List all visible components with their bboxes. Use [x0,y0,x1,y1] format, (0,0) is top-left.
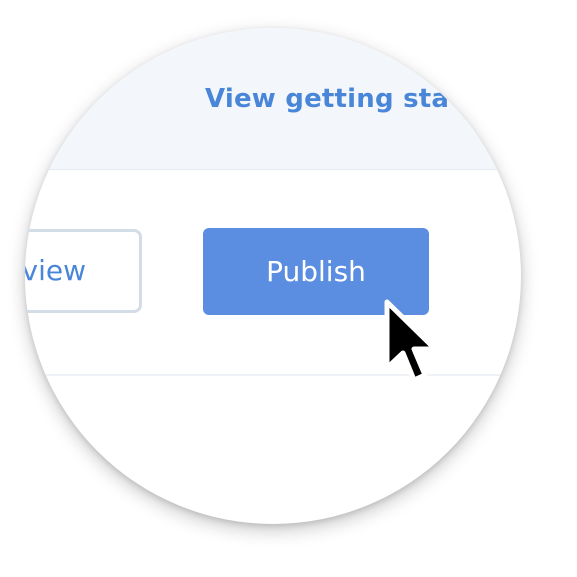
zoom-stage: View getting sta view Publish [0,0,577,577]
mouse-pointer-icon [384,299,438,383]
preview-button[interactable]: view [25,229,142,313]
view-getting-started-link[interactable]: View getting sta [205,84,449,114]
top-banner: View getting sta [25,28,521,170]
magnifier-lens: View getting sta view Publish [25,28,521,524]
section-divider [25,374,521,376]
